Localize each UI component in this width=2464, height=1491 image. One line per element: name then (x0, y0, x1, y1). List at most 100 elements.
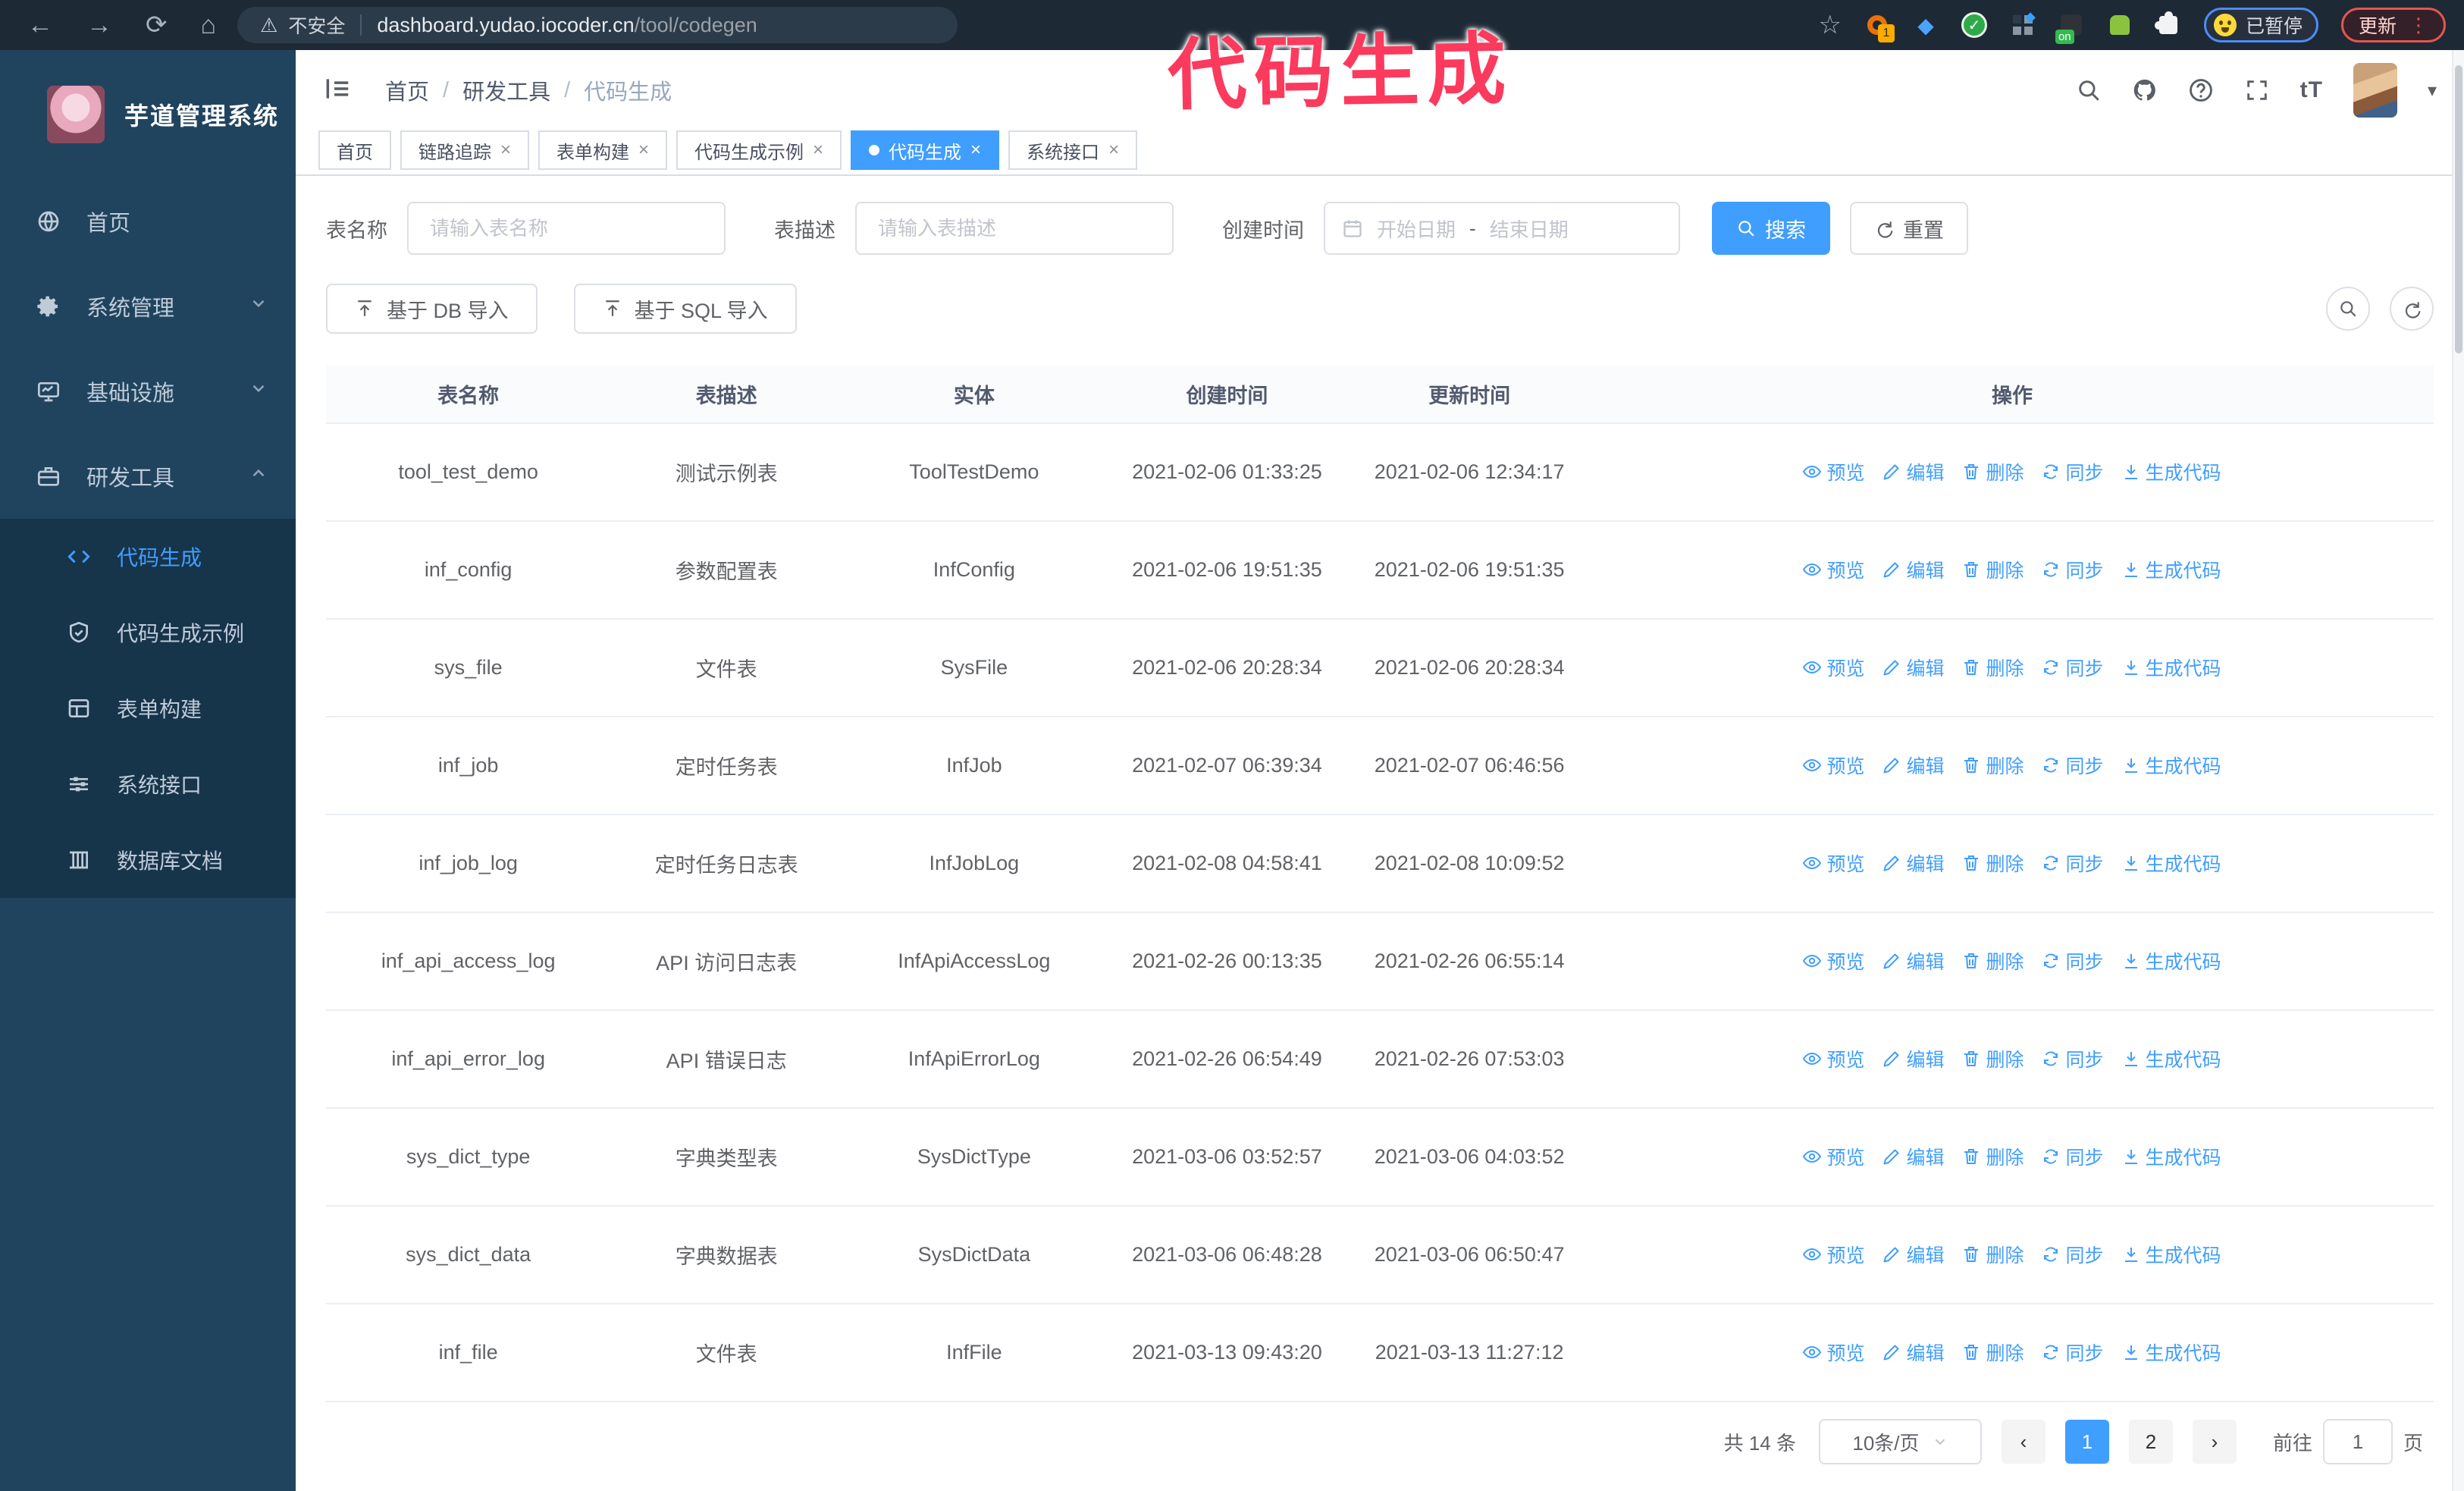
sidebar-item-database-doc[interactable]: 数据库文档 (0, 822, 296, 898)
next-page-button[interactable]: › (2192, 1420, 2237, 1464)
edit-link[interactable]: 编辑 (1882, 1143, 1944, 1170)
sidebar-item-system-management[interactable]: 系统管理 (0, 264, 296, 349)
edit-link[interactable]: 编辑 (1882, 947, 1944, 975)
edit-link[interactable]: 编辑 (1882, 1339, 1944, 1366)
extension-bot-icon[interactable] (2107, 12, 2133, 38)
preview-link[interactable]: 预览 (1803, 1339, 1864, 1366)
sync-link[interactable]: 同步 (2042, 1045, 2104, 1072)
search-button[interactable]: 搜索 (1712, 202, 1830, 255)
preview-link[interactable]: 预览 (1803, 556, 1864, 583)
preview-link[interactable]: 预览 (1803, 947, 1864, 975)
generate-code-link[interactable]: 生成代码 (2122, 947, 2221, 975)
sync-link[interactable]: 同步 (2042, 1339, 2104, 1366)
edit-link[interactable]: 编辑 (1882, 654, 1944, 681)
extension-wheel-icon[interactable]: 1 (1864, 12, 1895, 42)
paused-badge[interactable]: 已暂停 (2203, 8, 2318, 42)
font-size-icon[interactable]: tT (2300, 77, 2323, 103)
sidebar-item-code-generation[interactable]: 代码生成 (0, 519, 296, 595)
page-button-2[interactable]: 2 (2128, 1420, 2173, 1464)
reset-button[interactable]: 重置 (1850, 202, 1968, 255)
edit-link[interactable]: 编辑 (1882, 1045, 1944, 1072)
close-icon[interactable]: × (813, 140, 823, 161)
avatar-caret-down-icon[interactable]: ▾ (2428, 80, 2437, 102)
extension-switch-icon[interactable]: on (2055, 12, 2084, 44)
delete-link[interactable]: 删除 (1962, 654, 2024, 681)
goto-page-input[interactable] (2322, 1419, 2393, 1464)
reload-icon[interactable]: ⟳ (146, 10, 168, 40)
extension-gem-icon[interactable]: ◆ (1913, 12, 1939, 38)
sidebar-fold-icon[interactable] (323, 74, 352, 107)
sync-link[interactable]: 同步 (2042, 849, 2104, 877)
date-range-picker[interactable]: 开始日期 - 结束日期 (1324, 202, 1680, 255)
close-icon[interactable]: × (970, 140, 981, 161)
import-db-button[interactable]: 基于 DB 导入 (326, 284, 538, 334)
sidebar-item-form-builder[interactable]: 表单构建 (0, 670, 296, 746)
delete-link[interactable]: 删除 (1962, 1241, 2024, 1268)
table-name-input[interactable] (407, 202, 726, 255)
generate-code-link[interactable]: 生成代码 (2122, 1241, 2221, 1268)
delete-link[interactable]: 删除 (1962, 752, 2024, 779)
sidebar-item-system-api[interactable]: 系统接口 (0, 746, 296, 822)
sync-link[interactable]: 同步 (2042, 752, 2104, 779)
tab-form-builder[interactable]: 表单构建 × (538, 130, 668, 170)
page-button-1[interactable]: 1 (2064, 1420, 2109, 1464)
sync-link[interactable]: 同步 (2042, 947, 2104, 975)
more-menu-icon[interactable]: ⋮ (2409, 15, 2428, 35)
tab-trace[interactable]: 链路追踪 × (400, 130, 530, 170)
tab-home[interactable]: 首页 (318, 130, 391, 170)
preview-link[interactable]: 预览 (1803, 458, 1864, 485)
scrollbar-thumb[interactable] (2455, 65, 2462, 353)
vertical-scrollbar[interactable] (2452, 50, 2464, 1491)
delete-link[interactable]: 删除 (1962, 947, 2024, 975)
sync-link[interactable]: 同步 (2042, 556, 2104, 583)
help-icon[interactable] (2188, 77, 2214, 103)
delete-link[interactable]: 删除 (1962, 1045, 2024, 1072)
bookmark-star-icon[interactable]: ☆ (1818, 10, 1841, 40)
back-icon[interactable]: ← (27, 11, 53, 40)
avatar[interactable] (2353, 63, 2397, 118)
toggle-search-button[interactable] (2326, 287, 2370, 331)
prev-page-button[interactable]: ‹ (2001, 1420, 2045, 1464)
edit-link[interactable]: 编辑 (1882, 752, 1944, 779)
delete-link[interactable]: 删除 (1962, 849, 2024, 877)
generate-code-link[interactable]: 生成代码 (2122, 1045, 2221, 1072)
sync-link[interactable]: 同步 (2042, 1241, 2104, 1268)
edit-link[interactable]: 编辑 (1882, 849, 1944, 877)
extension-check-icon[interactable]: ✓ (1961, 12, 1987, 38)
preview-link[interactable]: 预览 (1803, 849, 1864, 877)
refresh-table-button[interactable] (2390, 287, 2434, 331)
preview-link[interactable]: 预览 (1803, 1143, 1864, 1170)
extension-puzzle-icon[interactable] (2154, 11, 2181, 38)
home-icon[interactable]: ⌂ (201, 11, 217, 40)
tab-codegen-example[interactable]: 代码生成示例 × (676, 130, 842, 170)
generate-code-link[interactable]: 生成代码 (2122, 654, 2221, 681)
delete-link[interactable]: 删除 (1962, 1143, 2024, 1170)
sidebar-item-home[interactable]: 首页 (0, 179, 296, 264)
tab-code-generation[interactable]: 代码生成 × (851, 130, 1000, 170)
close-icon[interactable]: × (500, 140, 511, 161)
sidebar-item-dev-tools[interactable]: 研发工具 (0, 434, 296, 519)
edit-link[interactable]: 编辑 (1882, 1241, 1944, 1268)
extension-grid-icon[interactable]: ◆ (2010, 9, 2036, 38)
sync-link[interactable]: 同步 (2042, 654, 2104, 681)
preview-link[interactable]: 预览 (1803, 1241, 1864, 1268)
delete-link[interactable]: 删除 (1962, 1339, 2024, 1366)
sync-link[interactable]: 同步 (2042, 458, 2104, 485)
preview-link[interactable]: 预览 (1803, 654, 1864, 681)
table-desc-input[interactable] (855, 202, 1174, 255)
generate-code-link[interactable]: 生成代码 (2122, 1339, 2221, 1366)
delete-link[interactable]: 删除 (1962, 556, 2024, 583)
update-button[interactable]: 更新 ⋮ (2340, 8, 2446, 42)
generate-code-link[interactable]: 生成代码 (2122, 1143, 2221, 1170)
delete-link[interactable]: 删除 (1962, 458, 2024, 485)
forward-icon[interactable]: → (86, 11, 112, 40)
sync-link[interactable]: 同步 (2042, 1143, 2104, 1170)
tab-system-api[interactable]: 系统接口 × (1008, 130, 1138, 170)
close-icon[interactable]: × (1108, 140, 1119, 161)
fullscreen-icon[interactable] (2244, 77, 2270, 103)
page-size-select[interactable]: 10条/页 (1818, 1419, 1982, 1464)
sidebar-item-infrastructure[interactable]: 基础设施 (0, 349, 296, 434)
generate-code-link[interactable]: 生成代码 (2122, 458, 2221, 485)
edit-link[interactable]: 编辑 (1882, 458, 1944, 485)
address-bar[interactable]: ⚠ 不安全 dashboard.yudao.iocoder.cn/tool/co… (237, 7, 958, 43)
